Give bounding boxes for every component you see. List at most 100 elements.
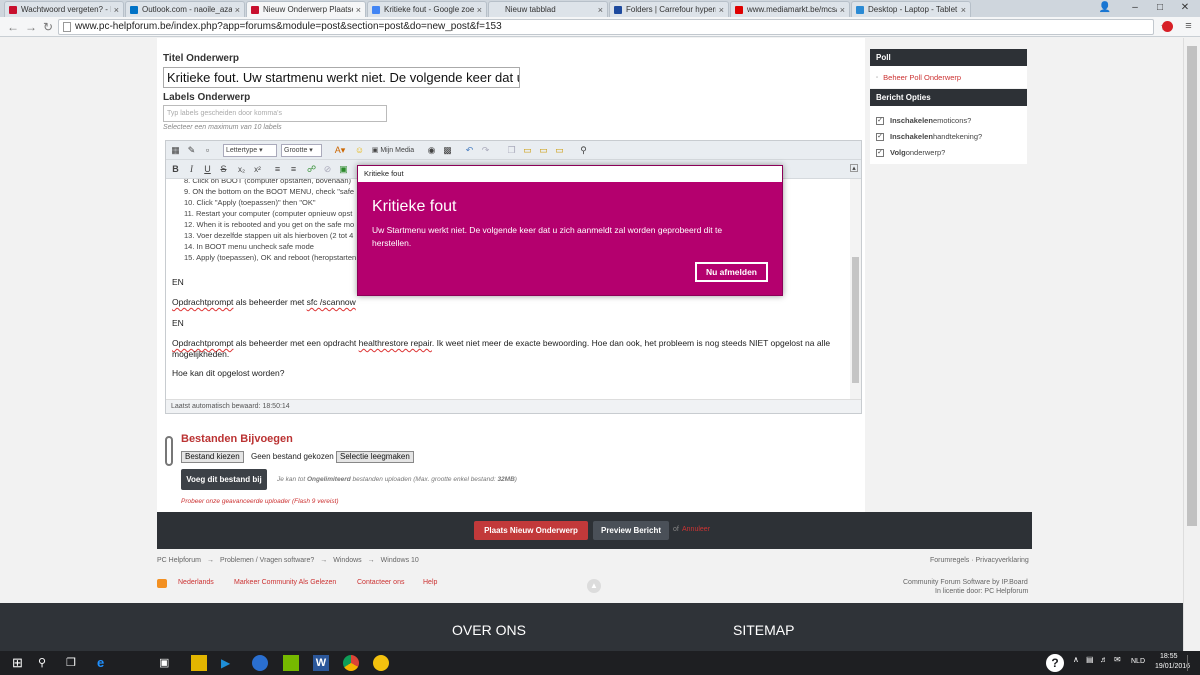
manage-poll-link[interactable]: ▫ Beheer Poll Onderwerp [876, 73, 961, 82]
menu-icon[interactable]: ≡ [1182, 20, 1195, 33]
nvidia-icon[interactable] [283, 655, 299, 671]
tab-close-icon[interactable]: × [356, 5, 361, 15]
tab-close-icon[interactable]: × [235, 5, 240, 15]
add-file-button[interactable]: Voeg dit bestand bij [181, 469, 267, 490]
spellcheck-icon[interactable]: ⚲ [578, 145, 589, 156]
text-color-icon[interactable]: A▾ [332, 145, 348, 156]
footer-link[interactable]: Help [423, 579, 437, 586]
tab-close-icon[interactable]: × [719, 5, 724, 15]
notification-icon[interactable]: ✉ [1114, 655, 1121, 664]
footer-link[interactable]: Nederlands [178, 579, 214, 586]
start-icon[interactable]: ⊞ [12, 655, 28, 671]
tab-close-icon[interactable]: × [598, 5, 603, 15]
advanced-uploader-link[interactable]: Probeer onze geavanceerde uploader (Flas… [181, 498, 339, 505]
undo-icon[interactable]: ↶ [464, 145, 475, 156]
search-icon[interactable]: ⚲ [38, 655, 54, 671]
preview-button[interactable]: Preview Bericht [593, 521, 669, 540]
clear-selection-button[interactable]: Selectie leegmaken [336, 451, 414, 463]
code-icon[interactable]: ▩ [442, 145, 453, 156]
browser-tab[interactable]: Wachtwoord vergeten? - I × [4, 1, 124, 17]
underline-icon[interactable]: U [202, 164, 213, 175]
task-view-icon[interactable]: ❐ [66, 655, 82, 671]
subscript-icon[interactable]: x₂ [236, 164, 247, 175]
editor-collapse-icon[interactable]: ▴ [850, 164, 858, 172]
tab-close-icon[interactable]: × [477, 5, 482, 15]
back-button[interactable]: ← [6, 19, 20, 35]
profile-button[interactable]: 👤 [1090, 0, 1120, 17]
footer-legal-links[interactable]: Forumregels · Privacyverklaring [930, 557, 1029, 564]
labels-input[interactable]: Typ labels gescheiden door komma's [163, 105, 387, 122]
numbered-list-icon[interactable]: ≡ [288, 164, 299, 175]
back-to-top-icon[interactable]: ▲ [587, 579, 601, 593]
breadcrumb-item[interactable]: PC Helpforum [157, 557, 201, 564]
cancel-link[interactable]: Annuleer [682, 526, 710, 533]
app-globe-icon[interactable] [252, 655, 268, 671]
extension-icon[interactable] [1162, 21, 1173, 32]
edge-icon[interactable]: e [97, 655, 113, 671]
paste-text-icon[interactable]: ▭ [538, 145, 549, 156]
tray-chevron-icon[interactable]: ∧ [1073, 655, 1079, 664]
breadcrumb-item[interactable]: Windows 10 [381, 557, 419, 564]
sign-out-button[interactable]: Nu afmelden [695, 262, 768, 282]
bullet-list-icon[interactable]: ≡ [272, 164, 283, 175]
my-media-button[interactable]: ▣ Mijn Media [368, 145, 418, 156]
reload-button[interactable]: ↻ [41, 19, 55, 35]
tab-close-icon[interactable]: × [840, 5, 845, 15]
norton-icon[interactable] [373, 655, 389, 671]
browser-tab[interactable]: Kritieke fout - Google zoe × [367, 1, 487, 17]
page-scrollbar[interactable] [1183, 38, 1200, 651]
option-emoticons[interactable]: ✓ Inschakelen emoticons? [876, 116, 971, 125]
network-icon[interactable]: ▤ [1086, 655, 1094, 664]
tab-close-icon[interactable]: × [961, 5, 966, 15]
breadcrumb-item[interactable]: Windows [333, 557, 361, 564]
footer-link[interactable]: Contacteer ons [357, 579, 404, 586]
redo-icon[interactable]: ↷ [480, 145, 491, 156]
superscript-icon[interactable]: x² [252, 164, 263, 175]
binoculars-icon[interactable]: ◉ [426, 145, 437, 156]
editor-scroll-thumb[interactable] [852, 257, 859, 383]
word-icon[interactable]: W [313, 655, 329, 671]
emoticon-icon[interactable]: ☺ [354, 145, 365, 156]
help-icon[interactable]: ? [1046, 654, 1064, 672]
source-icon[interactable]: ▦ [170, 145, 181, 156]
browser-tab[interactable]: Nieuw Onderwerp Plaatse × [246, 1, 366, 17]
media-player-icon[interactable]: ▶ [221, 655, 237, 671]
browser-tab[interactable]: Desktop - Laptop - Tablet × [851, 1, 971, 17]
choose-file-button[interactable]: Bestand kiezen [181, 451, 244, 463]
paste-icon[interactable]: ▭ [522, 145, 533, 156]
image-icon[interactable]: ▣ [338, 164, 349, 175]
footer-link[interactable]: Markeer Community Als Gelezen [234, 579, 336, 586]
browser-tab[interactable]: Nieuw tabblad × [488, 1, 608, 17]
browser-tab[interactable]: Outlook.com - naoile_azal × [125, 1, 245, 17]
italic-icon[interactable]: I [186, 164, 197, 175]
language-indicator[interactable]: NLD [1131, 658, 1145, 665]
address-bar[interactable]: www.pc-helpforum.be/index.php?app=forums… [58, 19, 1154, 35]
bold-icon[interactable]: B [170, 164, 181, 175]
show-desktop-button[interactable] [1187, 655, 1193, 671]
checkbox-signature[interactable]: ✓ [876, 132, 884, 141]
file-explorer-icon[interactable] [191, 655, 207, 671]
submit-topic-button[interactable]: Plaats Nieuw Onderwerp [474, 521, 588, 540]
rss-icon[interactable] [157, 579, 167, 588]
paste-word-icon[interactable]: ▭ [554, 145, 565, 156]
browser-tab[interactable]: Folders | Carrefour hyperm × [609, 1, 729, 17]
store-icon[interactable]: ▣ [159, 655, 175, 671]
breadcrumb-item[interactable]: Problemen / Vragen software? [220, 557, 314, 564]
special-char-icon[interactable]: ▫ [202, 145, 213, 156]
link-icon[interactable]: ☍ [306, 164, 317, 175]
option-follow[interactable]: ✓ Volg onderwerp? [876, 148, 945, 157]
checkbox-follow[interactable]: ✓ [876, 148, 884, 157]
chrome-icon[interactable] [343, 655, 359, 671]
title-input[interactable]: Kritieke fout. Uw startmenu werkt niet. … [163, 67, 520, 88]
checkbox-emoticons[interactable]: ✓ [876, 116, 884, 125]
volume-icon[interactable]: ♬ [1100, 655, 1108, 664]
close-window-button[interactable]: ✕ [1170, 0, 1200, 17]
tab-close-icon[interactable]: × [114, 5, 119, 15]
strike-icon[interactable]: S [218, 164, 229, 175]
clock-date[interactable]: 19/01/2016 [1155, 663, 1190, 670]
forward-button[interactable]: → [24, 19, 38, 35]
size-select[interactable]: Grootte ▾ [281, 144, 322, 157]
page-scroll-thumb[interactable] [1187, 46, 1197, 526]
browser-tab[interactable]: www.mediamarkt.be/mcs/× [730, 1, 850, 17]
font-select[interactable]: Lettertype ▾ [223, 144, 277, 157]
